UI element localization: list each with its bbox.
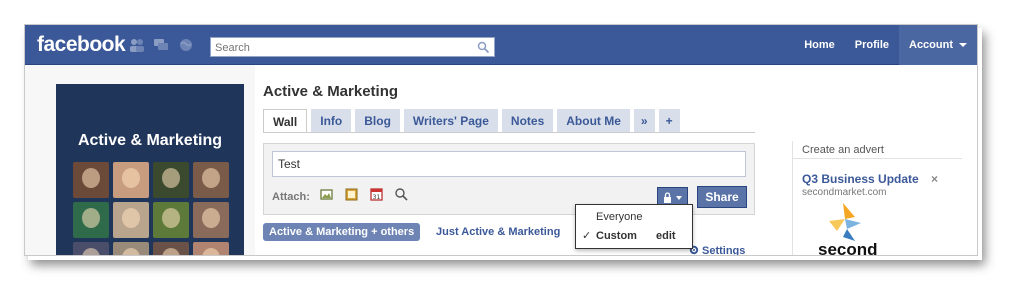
status-input[interactable]: Test — [272, 151, 746, 177]
friend-requests-icon[interactable] — [129, 38, 145, 52]
tabs-divider — [263, 132, 755, 133]
top-bar: facebook Home Profile Account — [25, 25, 977, 65]
search-icon[interactable] — [477, 41, 490, 54]
friend-photo[interactable] — [193, 162, 229, 198]
link-icon[interactable] — [394, 187, 409, 202]
profile-picture-box[interactable]: Active & Marketing — [56, 84, 244, 255]
friend-photo[interactable] — [73, 242, 109, 255]
tab-add[interactable]: + — [658, 109, 680, 133]
tab-wall[interactable]: Wall — [263, 109, 308, 133]
friend-photo[interactable] — [113, 202, 149, 238]
friend-photo[interactable] — [153, 162, 189, 198]
filter-just-page-link[interactable]: Just Active & Marketing — [436, 226, 560, 238]
friend-photo[interactable] — [193, 242, 229, 255]
settings-label: Settings — [702, 245, 746, 256]
page-title: Active & Marketing — [263, 83, 399, 100]
nav-account-menu[interactable]: Account — [899, 25, 977, 65]
tab-more[interactable]: » — [633, 109, 655, 133]
ad-image-text: second — [818, 240, 878, 256]
privacy-edit-link[interactable]: edit — [656, 227, 676, 245]
event-icon[interactable]: 31 — [369, 187, 384, 202]
messages-icon[interactable] — [153, 38, 169, 52]
friend-photo[interactable] — [113, 242, 149, 255]
tab-blog[interactable]: Blog — [355, 109, 400, 133]
sidebar-divider — [792, 158, 962, 159]
create-advert-link[interactable]: Create an advert — [802, 144, 884, 156]
notifications-globe-icon[interactable] — [178, 38, 194, 52]
share-button[interactable]: Share — [697, 186, 747, 208]
lock-icon — [664, 192, 671, 203]
privacy-option-custom[interactable]: ✓ Custom edit — [576, 227, 692, 245]
privacy-option-label: Everyone — [596, 211, 643, 223]
friend-photo[interactable] — [193, 202, 229, 238]
chevron-down-icon — [959, 43, 967, 47]
tab-writers-page[interactable]: Writers' Page — [403, 109, 498, 133]
privacy-option-label: Custom — [596, 230, 637, 242]
friend-photo[interactable] — [113, 162, 149, 198]
chevron-down-icon — [676, 196, 682, 200]
profile-name: Active & Marketing — [77, 132, 223, 149]
close-icon[interactable]: × — [931, 172, 938, 186]
search-input[interactable] — [211, 39, 469, 57]
attach-label: Attach: — [272, 191, 310, 203]
settings-link[interactable]: Settings — [689, 245, 746, 256]
search-box[interactable] — [210, 37, 495, 57]
tab-info[interactable]: Info — [311, 109, 352, 133]
friend-photo[interactable] — [153, 202, 189, 238]
facebook-window: facebook Home Profile Account — [24, 24, 978, 256]
ad-title-link[interactable]: Q3 Business Update — [802, 172, 919, 186]
privacy-dropdown-menu: Everyone ✓ Custom edit — [575, 204, 693, 249]
profile-tabs: Wall Info Blog Writers' Page Notes About Me» + — [263, 109, 684, 133]
filter-everyone-pill[interactable]: Active & Marketing + others — [263, 223, 421, 241]
top-nav: Home Profile Account — [794, 25, 977, 65]
ad-domain: secondmarket.com — [802, 187, 887, 198]
tab-about-me[interactable]: About Me — [557, 109, 630, 133]
nav-profile-link[interactable]: Profile — [845, 25, 899, 65]
photo-icon[interactable] — [319, 187, 334, 202]
privacy-option-everyone[interactable]: Everyone — [576, 208, 692, 226]
facebook-logo[interactable]: facebook — [37, 33, 126, 57]
friends-photo-grid — [73, 162, 229, 255]
video-icon[interactable] — [344, 187, 359, 202]
friend-photo[interactable] — [73, 202, 109, 238]
nav-account-label: Account — [909, 39, 953, 51]
tab-notes[interactable]: Notes — [501, 109, 554, 133]
nav-home-link[interactable]: Home — [794, 25, 845, 65]
svg-text:31: 31 — [373, 194, 381, 201]
friend-photo[interactable] — [153, 242, 189, 255]
checkmark-icon: ✓ — [582, 230, 592, 242]
friend-photo[interactable] — [73, 162, 109, 198]
